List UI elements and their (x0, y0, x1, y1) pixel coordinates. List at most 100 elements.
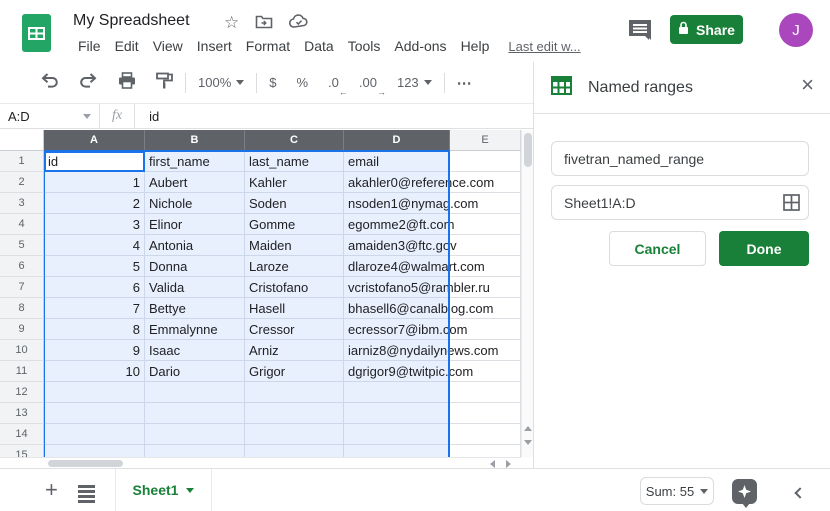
cell-B7[interactable]: Valida (145, 277, 245, 298)
format-percent-button[interactable]: % (296, 75, 308, 90)
cell-A11[interactable]: 10 (44, 361, 145, 382)
cell-A6[interactable]: 5 (44, 256, 145, 277)
cancel-button[interactable]: Cancel (609, 231, 706, 266)
cell-D5[interactable]: amaiden3@ftc.gov (344, 235, 450, 256)
cell-A2[interactable]: 1 (44, 172, 145, 193)
cell-C7[interactable]: Cristofano (245, 277, 344, 298)
cell-A14[interactable] (44, 424, 145, 445)
close-icon[interactable]: × (801, 74, 814, 96)
redo-icon[interactable] (79, 72, 98, 93)
zoom-select[interactable]: 100% (198, 75, 244, 90)
cell-E14[interactable] (450, 424, 521, 445)
increase-decimal-button[interactable]: .00→ (359, 75, 377, 90)
row-header-3[interactable]: 3 (0, 193, 44, 214)
row-header-8[interactable]: 8 (0, 298, 44, 319)
cell-A9[interactable]: 8 (44, 319, 145, 340)
cell-B3[interactable]: Nichole (145, 193, 245, 214)
cell-B9[interactable]: Emmalynne (145, 319, 245, 340)
row-header-7[interactable]: 7 (0, 277, 44, 298)
scroll-down-icon[interactable] (524, 440, 532, 445)
menu-item-format[interactable]: Format (239, 36, 297, 56)
cell-C10[interactable]: Arniz (245, 340, 344, 361)
cell-D3[interactable]: nsoden1@nymag.com (344, 193, 450, 214)
cell-D7[interactable]: vcristofano5@rambler.ru (344, 277, 450, 298)
cell-B2[interactable]: Aubert (145, 172, 245, 193)
horizontal-scrollbar[interactable] (0, 457, 521, 468)
cell-A4[interactable]: 3 (44, 214, 145, 235)
cell-A7[interactable]: 6 (44, 277, 145, 298)
cell-C4[interactable]: Gomme (245, 214, 344, 235)
row-header-4[interactable]: 4 (0, 214, 44, 235)
cell-A8[interactable]: 7 (44, 298, 145, 319)
menu-item-tools[interactable]: Tools (341, 36, 388, 56)
document-title[interactable]: My Spreadsheet (73, 12, 190, 30)
cell-C1[interactable]: last_name (245, 151, 344, 172)
cell-D9[interactable]: ecressor7@ibm.com (344, 319, 450, 340)
column-header-D[interactable]: D (344, 130, 450, 151)
select-data-range-icon[interactable] (783, 194, 800, 216)
row-header-6[interactable]: 6 (0, 256, 44, 277)
sheets-logo-icon[interactable] (21, 13, 52, 58)
cell-C5[interactable]: Maiden (245, 235, 344, 256)
row-header-14[interactable]: 14 (0, 424, 44, 445)
cell-E5[interactable] (450, 235, 521, 256)
cell-E13[interactable] (450, 403, 521, 424)
cell-E4[interactable] (450, 214, 521, 235)
cell-C9[interactable]: Cressor (245, 319, 344, 340)
cell-B14[interactable] (145, 424, 245, 445)
sheet-tab[interactable]: Sheet1 (115, 469, 212, 511)
menu-item-data[interactable]: Data (297, 36, 341, 56)
column-header-B[interactable]: B (145, 130, 245, 151)
menu-item-edit[interactable]: Edit (108, 36, 146, 56)
vertical-scrollbar-thumb[interactable] (524, 133, 532, 167)
cell-B6[interactable]: Donna (145, 256, 245, 277)
explore-button[interactable] (732, 479, 757, 504)
cell-C3[interactable]: Soden (245, 193, 344, 214)
account-avatar[interactable]: J (779, 13, 813, 47)
cell-D12[interactable] (344, 382, 450, 403)
cell-B8[interactable]: Bettye (145, 298, 245, 319)
menu-item-file[interactable]: File (71, 36, 108, 56)
last-edit-link[interactable]: Last edit w... (504, 37, 584, 56)
sum-badge[interactable]: Sum: 55 (640, 477, 714, 505)
row-header-1[interactable]: 1 (0, 151, 44, 172)
cell-C13[interactable] (245, 403, 344, 424)
cell-B5[interactable]: Antonia (145, 235, 245, 256)
scroll-left-icon[interactable] (490, 460, 495, 468)
cell-B11[interactable]: Dario (145, 361, 245, 382)
column-header-C[interactable]: C (245, 130, 344, 151)
more-formats-button[interactable]: 123 (397, 75, 432, 90)
cell-D4[interactable]: egomme2@ft.com (344, 214, 450, 235)
cell-B13[interactable] (145, 403, 245, 424)
cell-A1[interactable]: id (44, 151, 145, 172)
share-button[interactable]: Share (670, 15, 743, 44)
scroll-up-icon[interactable] (524, 426, 532, 431)
cell-C14[interactable] (245, 424, 344, 445)
paint-format-icon[interactable] (156, 72, 173, 94)
cell-C12[interactable] (245, 382, 344, 403)
range-reference-input[interactable] (551, 185, 809, 220)
scroll-right-icon[interactable] (506, 460, 511, 468)
cell-B4[interactable]: Elinor (145, 214, 245, 235)
cell-A5[interactable]: 4 (44, 235, 145, 256)
select-all-corner[interactable] (0, 130, 44, 151)
decrease-decimal-button[interactable]: .0← (328, 75, 339, 90)
cell-E12[interactable] (450, 382, 521, 403)
cell-D13[interactable] (344, 403, 450, 424)
cell-D8[interactable]: bhasell6@canalblog.com (344, 298, 450, 319)
cell-C6[interactable]: Laroze (245, 256, 344, 277)
cell-D2[interactable]: akahler0@reference.com (344, 172, 450, 193)
menu-item-view[interactable]: View (146, 36, 190, 56)
all-sheets-icon[interactable] (78, 485, 95, 505)
done-button[interactable]: Done (719, 231, 809, 266)
menu-item-addons[interactable]: Add-ons (387, 36, 453, 56)
row-header-2[interactable]: 2 (0, 172, 44, 193)
undo-icon[interactable] (40, 72, 59, 93)
cell-C8[interactable]: Hasell (245, 298, 344, 319)
row-header-13[interactable]: 13 (0, 403, 44, 424)
cloud-status-icon[interactable] (289, 14, 309, 35)
cell-D14[interactable] (344, 424, 450, 445)
cell-D1[interactable]: email (344, 151, 450, 172)
name-box[interactable]: A:D (0, 104, 100, 128)
cell-A3[interactable]: 2 (44, 193, 145, 214)
